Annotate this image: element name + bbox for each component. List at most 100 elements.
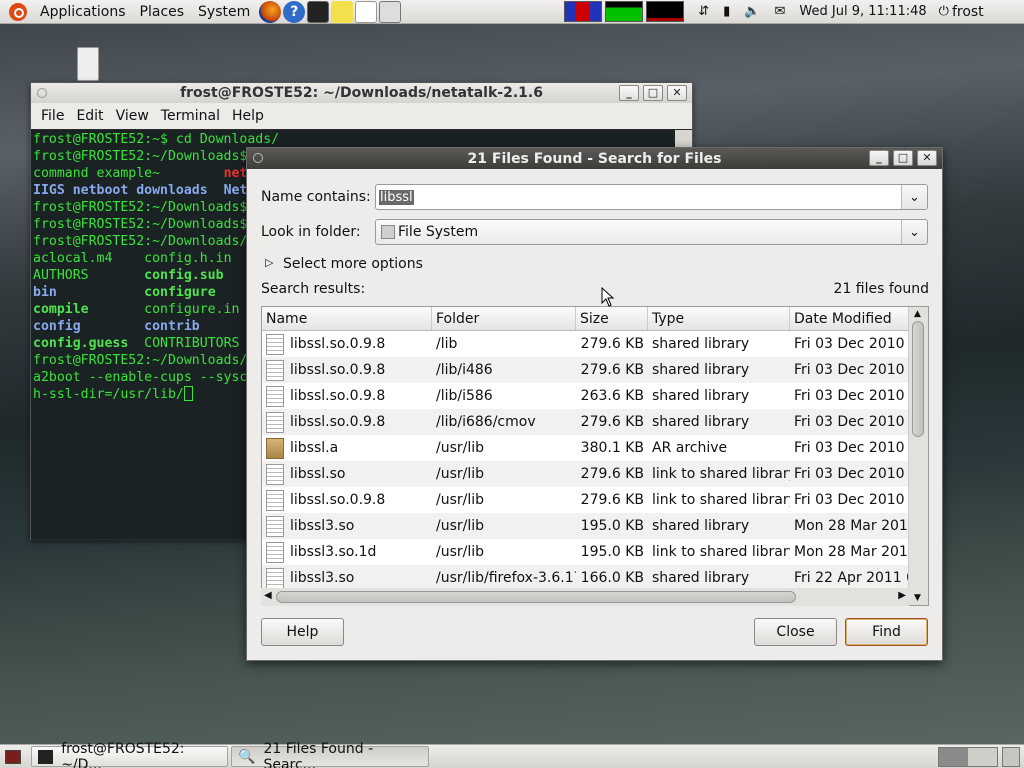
power-icon[interactable]: ⏻	[939, 4, 949, 19]
cell-date-modified: Mon 28 Mar 2011	[794, 544, 908, 560]
results-table[interactable]: Name Folder Size Type Date Modified libs…	[261, 306, 929, 606]
show-desktop-icon[interactable]	[5, 749, 21, 764]
file-icon	[266, 489, 284, 511]
cell-type: shared library	[652, 362, 750, 378]
taskbar-search-label: 21 Files Found - Searc...	[263, 740, 374, 768]
battery-icon[interactable]: ▮	[723, 4, 730, 19]
minimize-button[interactable]: _	[869, 150, 889, 166]
usb-drive-icon[interactable]	[77, 47, 99, 81]
table-row[interactable]: libssl.so.0.9.8/lib/i686/cmov 279.6 KB sha…	[262, 409, 908, 435]
find-button[interactable]: Find	[845, 618, 928, 646]
column-name[interactable]: Name	[262, 307, 432, 330]
screenshot-icon[interactable]	[379, 0, 402, 23]
cell-folder: /lib/i586	[436, 388, 493, 404]
network-monitor-icon[interactable]	[646, 1, 685, 22]
user-menu[interactable]: frost	[949, 0, 991, 24]
maximize-button[interactable]: □	[893, 150, 913, 166]
table-row[interactable]: libssl3.so.1d/usr/lib 195.0 KB link to sha…	[262, 539, 908, 565]
menu-file[interactable]: File	[35, 108, 70, 124]
terminal-title: frost@FROSTE52: ~/Downloads/netatalk-2.1…	[180, 85, 543, 101]
trash-icon[interactable]	[1002, 746, 1020, 767]
select-more-options[interactable]: Select more options	[283, 256, 423, 272]
scroll-down-icon[interactable]: ▼	[914, 593, 921, 603]
name-contains-combo[interactable]: libssl ⌄	[375, 184, 928, 210]
terminal-titlebar[interactable]: frost@FROSTE52: ~/Downloads/netatalk-2.1…	[31, 83, 692, 103]
close-dialog-button[interactable]: Close	[754, 618, 837, 646]
taskbar-terminal[interactable]: frost@FROSTE52: ~/D...	[31, 741, 228, 768]
menu-view[interactable]: View	[110, 108, 155, 124]
chevron-down-icon[interactable]: ⌄	[901, 220, 927, 244]
chevron-down-icon[interactable]: ⌄	[901, 185, 927, 209]
help-icon[interactable]: ?	[283, 0, 306, 23]
window-menu-icon[interactable]	[37, 88, 47, 98]
table-row[interactable]: libssl.so.0.9.8/lib 279.6 KB shared librar…	[262, 331, 908, 357]
table-row[interactable]: libssl.so.0.9.8/lib/i586 263.6 KB shared l…	[262, 383, 908, 409]
cell-size: 263.6 KB	[580, 388, 644, 404]
vscroll-thumb[interactable]	[912, 321, 924, 437]
cell-name: libssl.so.0.9.8	[262, 489, 432, 511]
cell-name: libssl3.so	[262, 515, 432, 537]
mail-icon[interactable]: ✉	[775, 4, 786, 19]
scroll-up-icon[interactable]: ▲	[914, 309, 921, 319]
hscroll-thumb[interactable]	[276, 591, 796, 603]
scroll-left-icon[interactable]: ◀	[264, 590, 272, 601]
maximize-button[interactable]: □	[643, 85, 663, 101]
cell-date-modified: Fri 03 Dec 2010 0	[794, 440, 908, 456]
cpu-monitor-icon[interactable]	[564, 1, 603, 22]
minimize-button[interactable]: _	[619, 85, 639, 101]
memory-monitor-icon[interactable]	[605, 1, 644, 22]
cell-folder: /lib	[436, 336, 458, 352]
results-hscrollbar[interactable]: ◀ ▶	[261, 588, 909, 606]
ubuntu-logo-icon[interactable]	[9, 2, 27, 21]
firefox-icon[interactable]	[259, 0, 282, 23]
column-folder[interactable]: Folder	[432, 307, 576, 330]
menu-places[interactable]: Places	[133, 0, 192, 24]
workspace-switcher-icon[interactable]	[938, 746, 998, 767]
expander-arrow-icon[interactable]: ▷	[265, 256, 273, 269]
column-type[interactable]: Type	[648, 307, 790, 330]
results-vscrollbar[interactable]: ▲ ▼	[908, 307, 928, 605]
close-button[interactable]: ✕	[667, 85, 687, 101]
notes-icon[interactable]	[331, 0, 354, 23]
cell-name: libssl3.so.1d	[262, 541, 432, 563]
taskbar-search[interactable]: 🔍 21 Files Found - Searc...	[231, 741, 429, 768]
look-in-folder-select[interactable]: File System ⌄	[375, 219, 928, 245]
window-menu-icon[interactable]	[253, 153, 263, 163]
text-editor-icon[interactable]	[355, 0, 378, 23]
close-button[interactable]: ✕	[917, 150, 937, 166]
menu-help[interactable]: Help	[226, 108, 270, 124]
table-row[interactable]: libssl3.so/usr/lib 195.0 KB shared library…	[262, 513, 908, 539]
network-icon[interactable]: ⇵	[698, 4, 709, 19]
table-row[interactable]: libssl.so.0.9.8/usr/lib 279.6 KB link to s…	[262, 487, 908, 513]
menu-edit[interactable]: Edit	[70, 108, 109, 124]
menu-applications[interactable]: Applications	[33, 0, 133, 24]
help-button[interactable]: Help	[261, 618, 344, 646]
terminal-launcher-icon[interactable]	[307, 0, 330, 23]
menu-terminal[interactable]: Terminal	[155, 108, 226, 124]
files-found-count: 21 files found	[833, 281, 929, 297]
volume-icon[interactable]: 🔈	[744, 4, 760, 19]
column-size[interactable]: Size	[576, 307, 648, 330]
cell-type: shared library	[652, 570, 750, 586]
table-row[interactable]: libssl.so/usr/lib 279.6 KB link to shared …	[262, 461, 908, 487]
table-row[interactable]: libssl.so.0.9.8/lib/i486 279.6 KB shared l…	[262, 357, 908, 383]
scroll-right-icon[interactable]: ▶	[898, 590, 906, 601]
file-icon	[266, 463, 284, 485]
cell-date-modified: Fri 03 Dec 2010 0	[794, 336, 908, 352]
cell-size: 166.0 KB	[580, 570, 644, 586]
name-contains-input[interactable]: libssl	[379, 189, 414, 205]
top-panel: Applications Places System ? ⇵ ▮ 🔈 ✉ Wed…	[0, 0, 1024, 24]
cell-folder: /lib/i686/cmov	[436, 414, 536, 430]
table-row[interactable]: libssl.a/usr/lib 380.1 KB AR archive Fri 03…	[262, 435, 908, 461]
column-date-modified[interactable]: Date Modified	[790, 307, 908, 330]
cell-name: libssl.so.0.9.8	[262, 411, 432, 433]
menu-system[interactable]: System	[191, 0, 257, 24]
dialog-titlebar[interactable]: 21 Files Found - Search for Files _ □ ✕	[247, 148, 942, 169]
taskbar-terminal-label: frost@FROSTE52: ~/D...	[61, 740, 185, 768]
mouse-cursor-icon	[601, 287, 615, 307]
clock[interactable]: Wed Jul 9, 11:11:48	[799, 4, 926, 19]
file-icon	[266, 567, 284, 589]
cell-date-modified: Fri 03 Dec 2010 0	[794, 492, 908, 508]
archive-icon	[266, 437, 284, 459]
look-in-folder-value: File System	[398, 224, 479, 240]
